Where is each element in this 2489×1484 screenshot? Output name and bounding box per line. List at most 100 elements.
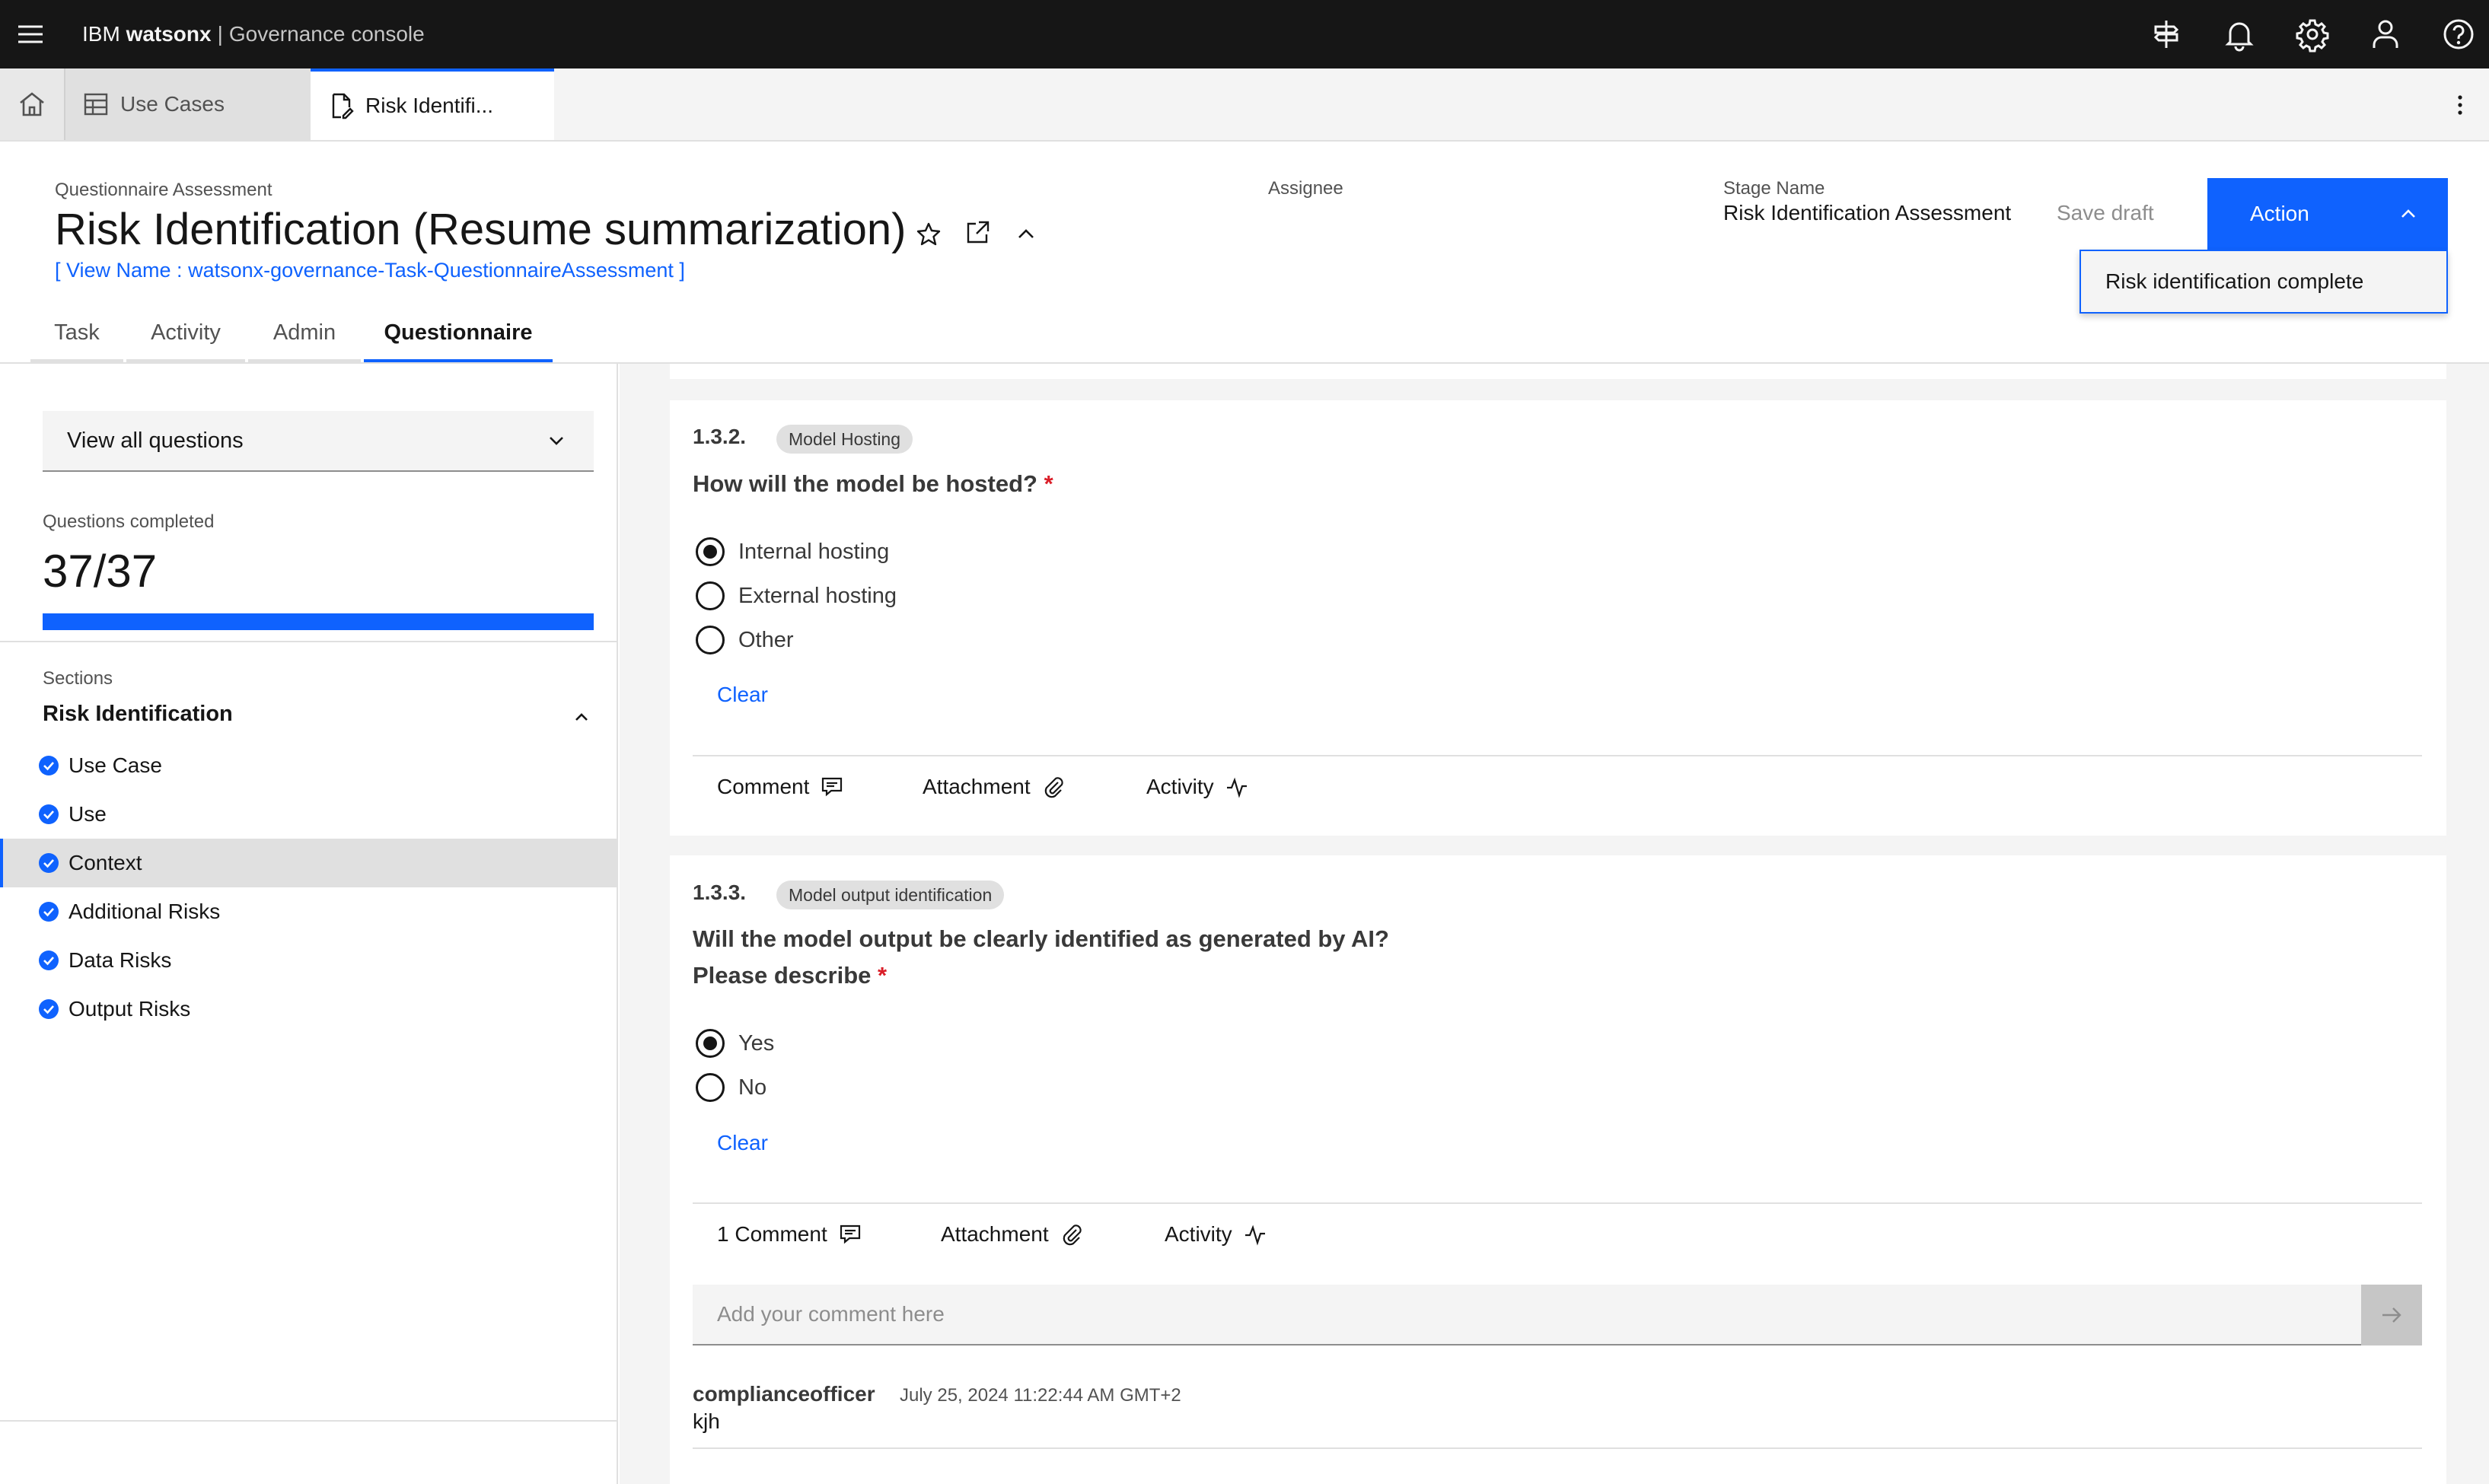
clear-selection-link[interactable]: Clear bbox=[717, 1131, 768, 1155]
sidebar-item-context[interactable]: Context bbox=[0, 839, 617, 887]
app-brand[interactable]: IBM watsonx | Governance console bbox=[82, 18, 425, 50]
tab-questionnaire[interactable]: Questionnaire bbox=[364, 306, 553, 362]
action-button[interactable]: Action bbox=[2207, 178, 2448, 250]
checkmark-filled-icon bbox=[39, 804, 59, 824]
comment-button[interactable]: 1 Comment bbox=[717, 1222, 862, 1247]
home-tab[interactable] bbox=[0, 68, 65, 140]
checkmark-filled-icon bbox=[39, 999, 59, 1019]
send-comment-button[interactable] bbox=[2361, 1285, 2422, 1345]
home-icon bbox=[20, 92, 44, 116]
required-marker: * bbox=[1044, 470, 1053, 497]
required-marker: * bbox=[878, 962, 888, 989]
sidebar-item-use[interactable]: Use bbox=[0, 790, 617, 839]
action-button-label: Action bbox=[2250, 202, 2309, 225]
question-text-content: Please describe bbox=[693, 962, 872, 989]
launch-icon[interactable] bbox=[962, 218, 993, 248]
sidebar-item-output-risks[interactable]: Output Risks bbox=[0, 985, 617, 1033]
radio-selected-icon bbox=[696, 1029, 725, 1058]
activity-button[interactable]: Activity bbox=[1165, 1222, 1267, 1247]
radio-option-internal-hosting[interactable]: Internal hosting bbox=[696, 537, 889, 566]
attachment-icon bbox=[1063, 1224, 1082, 1246]
stage-name-label: Stage Name bbox=[1723, 178, 1825, 199]
checkmark-filled-icon bbox=[39, 853, 59, 873]
question-footer-divider bbox=[693, 755, 2422, 756]
section-title-risk-identification[interactable]: Risk Identification bbox=[43, 702, 233, 727]
previous-question-card-edge bbox=[670, 364, 2446, 379]
brand-product: watsonx bbox=[126, 22, 212, 46]
sidebar-divider bbox=[0, 641, 618, 642]
comment-button[interactable]: Comment bbox=[717, 775, 844, 799]
save-draft-button[interactable]: Save draft bbox=[2057, 201, 2154, 225]
sidebar-item-data-risks[interactable]: Data Risks bbox=[0, 936, 617, 985]
question-number: 1.3.2. bbox=[693, 425, 747, 448]
radio-option-yes[interactable]: Yes bbox=[696, 1029, 774, 1058]
radio-option-label: External hosting bbox=[738, 583, 897, 608]
tab-task[interactable]: Task bbox=[30, 306, 123, 362]
risk-identification-tab[interactable]: Risk Identifi... bbox=[311, 68, 554, 140]
view-name-link[interactable]: [ View Name : watsonx-governance-Task-Qu… bbox=[55, 259, 685, 282]
attachment-button[interactable]: Attachment bbox=[941, 1222, 1084, 1247]
brand-separator: | bbox=[217, 22, 223, 46]
sidebar-item-additional-risks[interactable]: Additional Risks bbox=[0, 887, 617, 936]
chevron-up-icon bbox=[2401, 209, 2415, 218]
question-number: 1.3.3. bbox=[693, 881, 747, 904]
question-text: How will the model be hosted? * bbox=[693, 466, 1053, 502]
radio-option-no[interactable]: No bbox=[696, 1073, 766, 1102]
stage-name-value: Risk Identification Assessment bbox=[1723, 201, 2012, 225]
questions-completed-label: Questions completed bbox=[43, 511, 215, 532]
radio-selected-icon bbox=[696, 537, 725, 566]
radio-option-label: Internal hosting bbox=[738, 539, 890, 564]
brand-company: IBM bbox=[82, 22, 120, 46]
overflow-menu-icon[interactable] bbox=[2445, 90, 2475, 120]
comment-timestamp: July 25, 2024 11:22:44 AM GMT+2 bbox=[900, 1385, 1181, 1406]
settings-icon[interactable] bbox=[2294, 16, 2331, 53]
star-icon[interactable] bbox=[913, 219, 944, 250]
activity-button-label: Activity bbox=[1146, 775, 1214, 798]
tab-activity[interactable]: Activity bbox=[126, 306, 245, 362]
assessment-type-label: Questionnaire Assessment bbox=[55, 180, 272, 200]
attachment-icon bbox=[1044, 777, 1063, 798]
comment-divider bbox=[693, 1447, 2422, 1449]
hamburger-menu-icon[interactable] bbox=[14, 18, 47, 51]
questions-progress-fill bbox=[43, 613, 594, 630]
signpost-icon[interactable] bbox=[2148, 16, 2185, 53]
questions-progress-bar bbox=[43, 613, 594, 630]
activity-icon bbox=[1226, 777, 1247, 798]
question-footer-divider bbox=[693, 1202, 2422, 1204]
view-questions-dropdown[interactable]: View all questions bbox=[43, 411, 594, 472]
attachment-button-label: Attachment bbox=[941, 1222, 1049, 1246]
action-menu-item-risk-complete[interactable]: Risk identification complete bbox=[2079, 250, 2448, 314]
comment-input[interactable]: Add your comment here bbox=[693, 1285, 2361, 1345]
sections-label: Sections bbox=[43, 668, 113, 689]
risk-identification-tab-label: Risk Identifi... bbox=[365, 94, 494, 117]
user-icon[interactable] bbox=[2367, 16, 2404, 53]
help-icon[interactable] bbox=[2440, 16, 2477, 53]
question-text-line-1: Will the model output be clearly identif… bbox=[693, 925, 1389, 952]
comment-text: kjh bbox=[693, 1409, 720, 1433]
radio-option-external-hosting[interactable]: External hosting bbox=[696, 581, 897, 610]
sidebar-item-label: Context bbox=[69, 851, 142, 874]
tab-admin[interactable]: Admin bbox=[248, 306, 361, 362]
sidebar-item-label: Use Case bbox=[69, 753, 162, 777]
use-cases-tab[interactable]: Use Cases bbox=[65, 68, 311, 140]
radio-option-label: Yes bbox=[738, 1030, 775, 1056]
sidebar-item-label: Data Risks bbox=[69, 948, 172, 972]
page-title: Risk Identification (Resume summarizatio… bbox=[55, 204, 906, 255]
assignee-label: Assignee bbox=[1268, 178, 1343, 199]
questions-completed-value: 37/37 bbox=[43, 546, 158, 597]
arrow-right-icon bbox=[2382, 1307, 2401, 1323]
checkmark-filled-icon bbox=[39, 756, 59, 775]
sidebar-item-use-case[interactable]: Use Case bbox=[0, 741, 617, 790]
notification-icon[interactable] bbox=[2221, 16, 2258, 53]
radio-option-other[interactable]: Other bbox=[696, 626, 794, 654]
section-collapse-chevron-icon[interactable] bbox=[569, 705, 594, 729]
radio-unselected-icon bbox=[696, 581, 725, 610]
view-questions-dropdown-value: View all questions bbox=[67, 428, 244, 453]
collapse-chevron-up-icon[interactable] bbox=[1011, 219, 1041, 250]
question-text-content: How will the model be hosted? bbox=[693, 470, 1037, 497]
clear-selection-link[interactable]: Clear bbox=[717, 683, 768, 707]
activity-icon bbox=[1244, 1224, 1265, 1246]
attachment-button[interactable]: Attachment bbox=[923, 775, 1066, 799]
top-header: IBM watsonx | Governance console bbox=[0, 0, 2489, 68]
activity-button[interactable]: Activity bbox=[1146, 775, 1249, 799]
